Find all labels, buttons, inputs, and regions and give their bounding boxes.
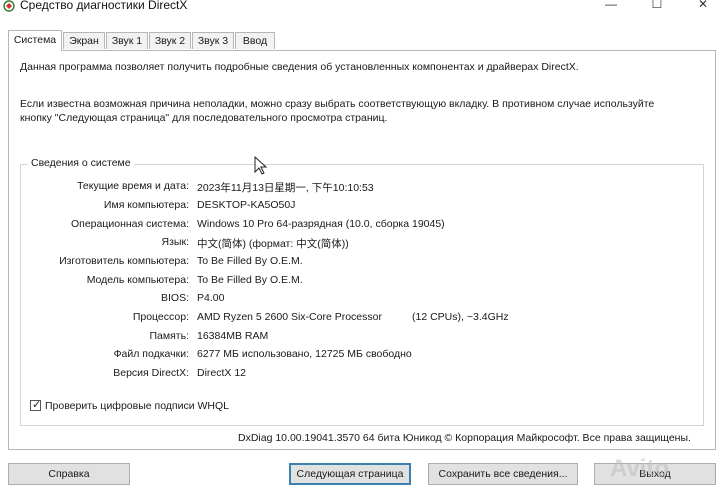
label-computer-name: Имя компьютера: bbox=[103, 199, 189, 211]
window-title: Средство диагностики DirectX bbox=[20, 0, 188, 12]
save-all-info-button[interactable]: Сохранить все сведения... bbox=[428, 463, 578, 485]
avito-watermark: Avito bbox=[610, 455, 670, 482]
label-os: Операционная система: bbox=[70, 218, 189, 230]
value-memory: 16384MB RAM bbox=[197, 330, 269, 342]
value-manufacturer: To Be Filled By O.E.M. bbox=[197, 255, 303, 267]
value-datetime: 2023年11月13日星期一, 下午10:10:53 bbox=[197, 182, 374, 194]
whql-checkbox-label[interactable]: Проверить цифровые подписи WHQL bbox=[45, 400, 229, 412]
close-icon[interactable]: ✕ bbox=[688, 0, 718, 11]
dxdiag-version-text: DxDiag 10.00.19041.3570 64 бита Юникод ©… bbox=[238, 432, 691, 444]
value-directx-version: DirectX 12 bbox=[197, 367, 247, 379]
tab-display[interactable]: Экран bbox=[63, 32, 105, 49]
label-pagefile: Файл подкачки: bbox=[113, 348, 189, 360]
value-computer-name: DESKTOP-KA5O50J bbox=[197, 199, 296, 211]
label-language: Язык: bbox=[161, 236, 189, 248]
tab-system[interactable]: Система bbox=[8, 30, 62, 51]
tab-sound-3[interactable]: Звук 3 bbox=[192, 32, 234, 49]
intro-hint-text: Если известна возможная причина неполадк… bbox=[20, 98, 655, 124]
value-os: Windows 10 Pro 64-разрядная (10.0, сборк… bbox=[197, 218, 445, 230]
label-bios: BIOS: bbox=[160, 292, 189, 304]
whql-checkbox[interactable]: ✓ bbox=[30, 399, 42, 411]
maximize-icon[interactable]: ☐ bbox=[642, 0, 672, 11]
value-processor: AMD Ryzen 5 2600 Six-Core Processor bbox=[197, 311, 382, 323]
label-memory: Память: bbox=[149, 330, 190, 342]
next-page-button[interactable]: Следующая страница bbox=[289, 463, 411, 485]
label-manufacturer: Изготовитель компьютера: bbox=[59, 255, 189, 267]
directx-app-icon bbox=[3, 0, 15, 12]
title-bar: Средство диагностики DirectX — ☐ ✕ bbox=[0, 0, 720, 16]
value-bios: P4.00 bbox=[197, 292, 225, 304]
tab-input[interactable]: Ввод bbox=[235, 32, 275, 49]
help-button[interactable]: Справка bbox=[8, 463, 130, 485]
tab-sound-1[interactable]: Звук 1 bbox=[106, 32, 148, 49]
system-info-legend: Сведения о системе bbox=[28, 157, 134, 169]
value-pagefile: 6277 МБ использовано, 12725 МБ свободно bbox=[197, 348, 412, 360]
mouse-cursor-icon bbox=[254, 156, 268, 175]
check-icon: ✓ bbox=[32, 399, 42, 411]
label-processor: Процессор: bbox=[132, 311, 189, 323]
label-model: Модель компьютера: bbox=[86, 274, 189, 286]
tab-sound-2[interactable]: Звук 2 bbox=[149, 32, 191, 49]
value-processor-cores: (12 CPUs), ~3.4GHz bbox=[412, 311, 509, 323]
intro-text: Данная программа позволяет получить подр… bbox=[20, 61, 579, 73]
label-directx-version: Версия DirectX: bbox=[113, 367, 189, 379]
label-datetime: Текущие время и дата: bbox=[77, 180, 189, 192]
minimize-icon[interactable]: — bbox=[596, 0, 626, 11]
value-language: 中文(简体) (формат: 中文(简体)) bbox=[197, 238, 349, 250]
value-model: To Be Filled By O.E.M. bbox=[197, 274, 303, 286]
